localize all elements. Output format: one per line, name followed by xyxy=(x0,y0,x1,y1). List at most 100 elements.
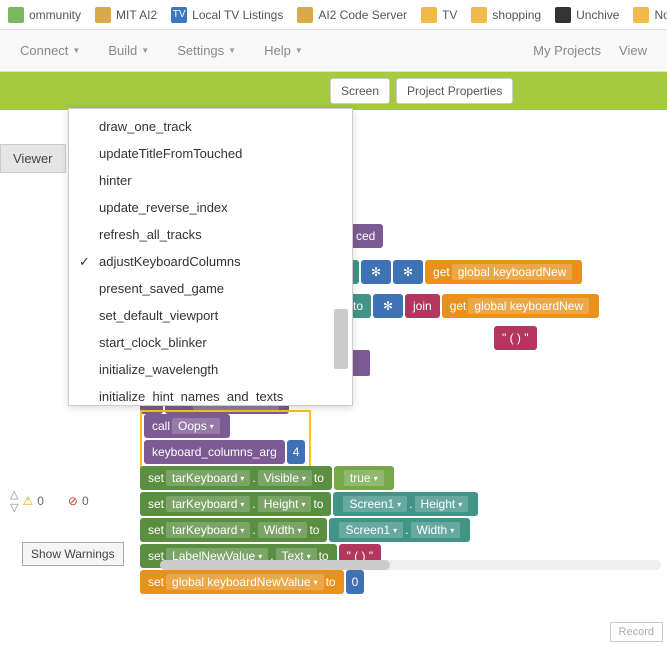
dropdown-item[interactable]: hinter xyxy=(69,167,352,194)
dropdown-list[interactable]: draw_one_track updateTitleFromTouched hi… xyxy=(69,113,352,401)
block-number[interactable]: 4 xyxy=(287,440,306,464)
caret-down-icon: ▼ xyxy=(228,46,236,55)
bookmark-label: AI2 Code Server xyxy=(318,8,407,22)
bookmark-label: shopping xyxy=(492,8,541,22)
dropdown-item[interactable]: draw_one_track xyxy=(69,113,352,140)
bookmark-label: Local TV Listings xyxy=(192,8,283,22)
bookmark-item[interactable]: TV xyxy=(421,7,457,23)
dropdown-field[interactable]: Width▾ xyxy=(411,522,461,538)
block-number[interactable]: 0 xyxy=(346,570,365,594)
bookmark-label: MIT AI2 xyxy=(116,8,157,22)
tv-icon: TV xyxy=(171,7,187,23)
bookmark-item[interactable]: No xyxy=(633,7,667,23)
block-property[interactable]: Screen1▾. Width▾ xyxy=(329,518,470,542)
warnings-nav: △▽ ⚠ 0 ⊘ 0 xyxy=(10,488,89,514)
dropdown-item[interactable]: start_clock_blinker xyxy=(69,329,352,356)
dropdown-item[interactable]: initialize_hint_names_and_texts xyxy=(69,383,352,401)
dropdown-field[interactable]: tarKeyboard▾ xyxy=(166,470,250,486)
horizontal-scrollbar[interactable] xyxy=(160,560,661,570)
menu-connect[interactable]: Connect ▼ xyxy=(20,43,80,58)
folder-icon xyxy=(471,7,487,23)
dropdown-field[interactable]: Screen1▾ xyxy=(339,522,403,538)
bookmark-item[interactable]: shopping xyxy=(471,7,541,23)
block-call[interactable]: call Oops▾ xyxy=(144,414,230,438)
project-properties-button[interactable]: Project Properties xyxy=(396,78,513,104)
dropdown-field[interactable]: Width▾ xyxy=(258,522,308,538)
menu-label: Connect xyxy=(20,43,68,58)
bookmark-item[interactable]: AI2 Code Server xyxy=(297,7,407,23)
menu-settings[interactable]: Settings ▼ xyxy=(177,43,236,58)
menu-my-projects[interactable]: My Projects xyxy=(533,43,601,58)
screen-button[interactable]: Screen xyxy=(330,78,390,104)
dropdown-scrollbar[interactable] xyxy=(334,309,348,369)
bookmark-item[interactable]: MIT AI2 xyxy=(95,7,157,23)
scrollbar-thumb[interactable] xyxy=(160,560,390,570)
warning-icon: ⚠ xyxy=(22,494,33,508)
block-property[interactable]: Screen1▾. Height▾ xyxy=(333,492,478,516)
ai2-icon xyxy=(95,7,111,23)
gear-icon[interactable]: ✻ xyxy=(361,260,391,284)
menu-label: Build xyxy=(108,43,137,58)
block-set[interactable]: set tarKeyboard▾. Height▾ to xyxy=(140,492,331,516)
dropdown-field[interactable]: tarKeyboard▾ xyxy=(166,496,250,512)
menu-label: Settings xyxy=(177,43,224,58)
block-set[interactable]: set tarKeyboard▾. Visible▾ to xyxy=(140,466,332,490)
menu-label: Help xyxy=(264,43,291,58)
dropdown-item[interactable]: update_reverse_index xyxy=(69,194,352,221)
error-count: 0 xyxy=(82,494,89,508)
folder-icon xyxy=(421,7,437,23)
block-get[interactable]: get global keyboardNew xyxy=(442,294,599,318)
star-icon xyxy=(8,7,24,23)
block-join[interactable]: join xyxy=(405,294,440,318)
dropdown-item[interactable]: initialize_wavelength xyxy=(69,356,352,383)
dropdown-item[interactable]: refresh_all_tracks xyxy=(69,221,352,248)
menu-bar: Connect ▼ Build ▼ Settings ▼ Help ▼ My P… xyxy=(0,30,667,72)
viewer-tab[interactable]: Viewer xyxy=(0,144,66,173)
dropdown-field[interactable]: Oops▾ xyxy=(172,418,220,434)
gear-icon[interactable]: ✻ xyxy=(373,294,403,318)
dropdown-field[interactable]: Visible▾ xyxy=(258,470,312,486)
bookmark-item[interactable]: TV Local TV Listings xyxy=(171,7,283,23)
dropdown-item[interactable]: present_saved_game xyxy=(69,275,352,302)
dropdown-item[interactable]: set_default_viewport xyxy=(69,302,352,329)
menu-help[interactable]: Help ▼ xyxy=(264,43,303,58)
error-icon: ⊘ xyxy=(68,494,78,508)
arrow-down-icon[interactable]: ▽ xyxy=(10,501,18,514)
highlighted-block-group[interactable]: call Oops▾ keyboard_columns_arg 4 xyxy=(140,410,311,470)
caret-down-icon: ▼ xyxy=(72,46,80,55)
dropdown-field[interactable]: Screen1▾ xyxy=(343,496,407,512)
bookmark-label: TV xyxy=(442,8,457,22)
dropdown-field[interactable]: global keyboardNewValue▾ xyxy=(166,574,324,590)
shield-icon xyxy=(633,7,649,23)
puzzle-icon xyxy=(555,7,571,23)
procedure-dropdown: draw_one_track updateTitleFromTouched hi… xyxy=(68,108,353,406)
bookmark-item[interactable]: ommunity xyxy=(8,7,81,23)
block-string-literal[interactable]: " ( ) " xyxy=(494,326,537,350)
block-boolean[interactable]: true▾ xyxy=(334,466,394,490)
dropdown-field[interactable]: Height▾ xyxy=(258,496,312,512)
gear-icon[interactable]: ✻ xyxy=(393,260,423,284)
menu-build[interactable]: Build ▼ xyxy=(108,43,149,58)
caret-down-icon: ▼ xyxy=(295,46,303,55)
block-set-global[interactable]: set global keyboardNewValue▾ to xyxy=(140,570,344,594)
dropdown-field[interactable]: Height▾ xyxy=(415,496,469,512)
show-warnings-button[interactable]: Show Warnings xyxy=(22,542,124,566)
arrow-up-icon[interactable]: △ xyxy=(10,488,18,501)
block-get[interactable]: get global keyboardNew xyxy=(425,260,582,284)
block-set[interactable]: set tarKeyboard▾. Width▾ to xyxy=(140,518,327,542)
dropdown-item-selected[interactable]: adjustKeyboardColumns xyxy=(69,248,352,275)
dropdown-item[interactable]: updateTitleFromTouched xyxy=(69,140,352,167)
toolbar-green: Screen Project Properties xyxy=(0,72,667,110)
bookmark-label: Unchive xyxy=(576,8,619,22)
bookmark-label: No xyxy=(654,8,667,22)
menu-view[interactable]: View xyxy=(619,43,647,58)
record-button[interactable]: Record xyxy=(610,622,663,642)
bookmark-item[interactable]: Unchive xyxy=(555,7,619,23)
bookmarks-bar: ommunity MIT AI2 TV Local TV Listings AI2… xyxy=(0,0,667,30)
bookmark-label: ommunity xyxy=(29,8,81,22)
warning-count: 0 xyxy=(37,494,44,508)
block-stub[interactable]: ced xyxy=(348,224,383,248)
block-arg[interactable]: keyboard_columns_arg xyxy=(144,440,285,464)
ai2-icon xyxy=(297,7,313,23)
dropdown-field[interactable]: tarKeyboard▾ xyxy=(166,522,250,538)
